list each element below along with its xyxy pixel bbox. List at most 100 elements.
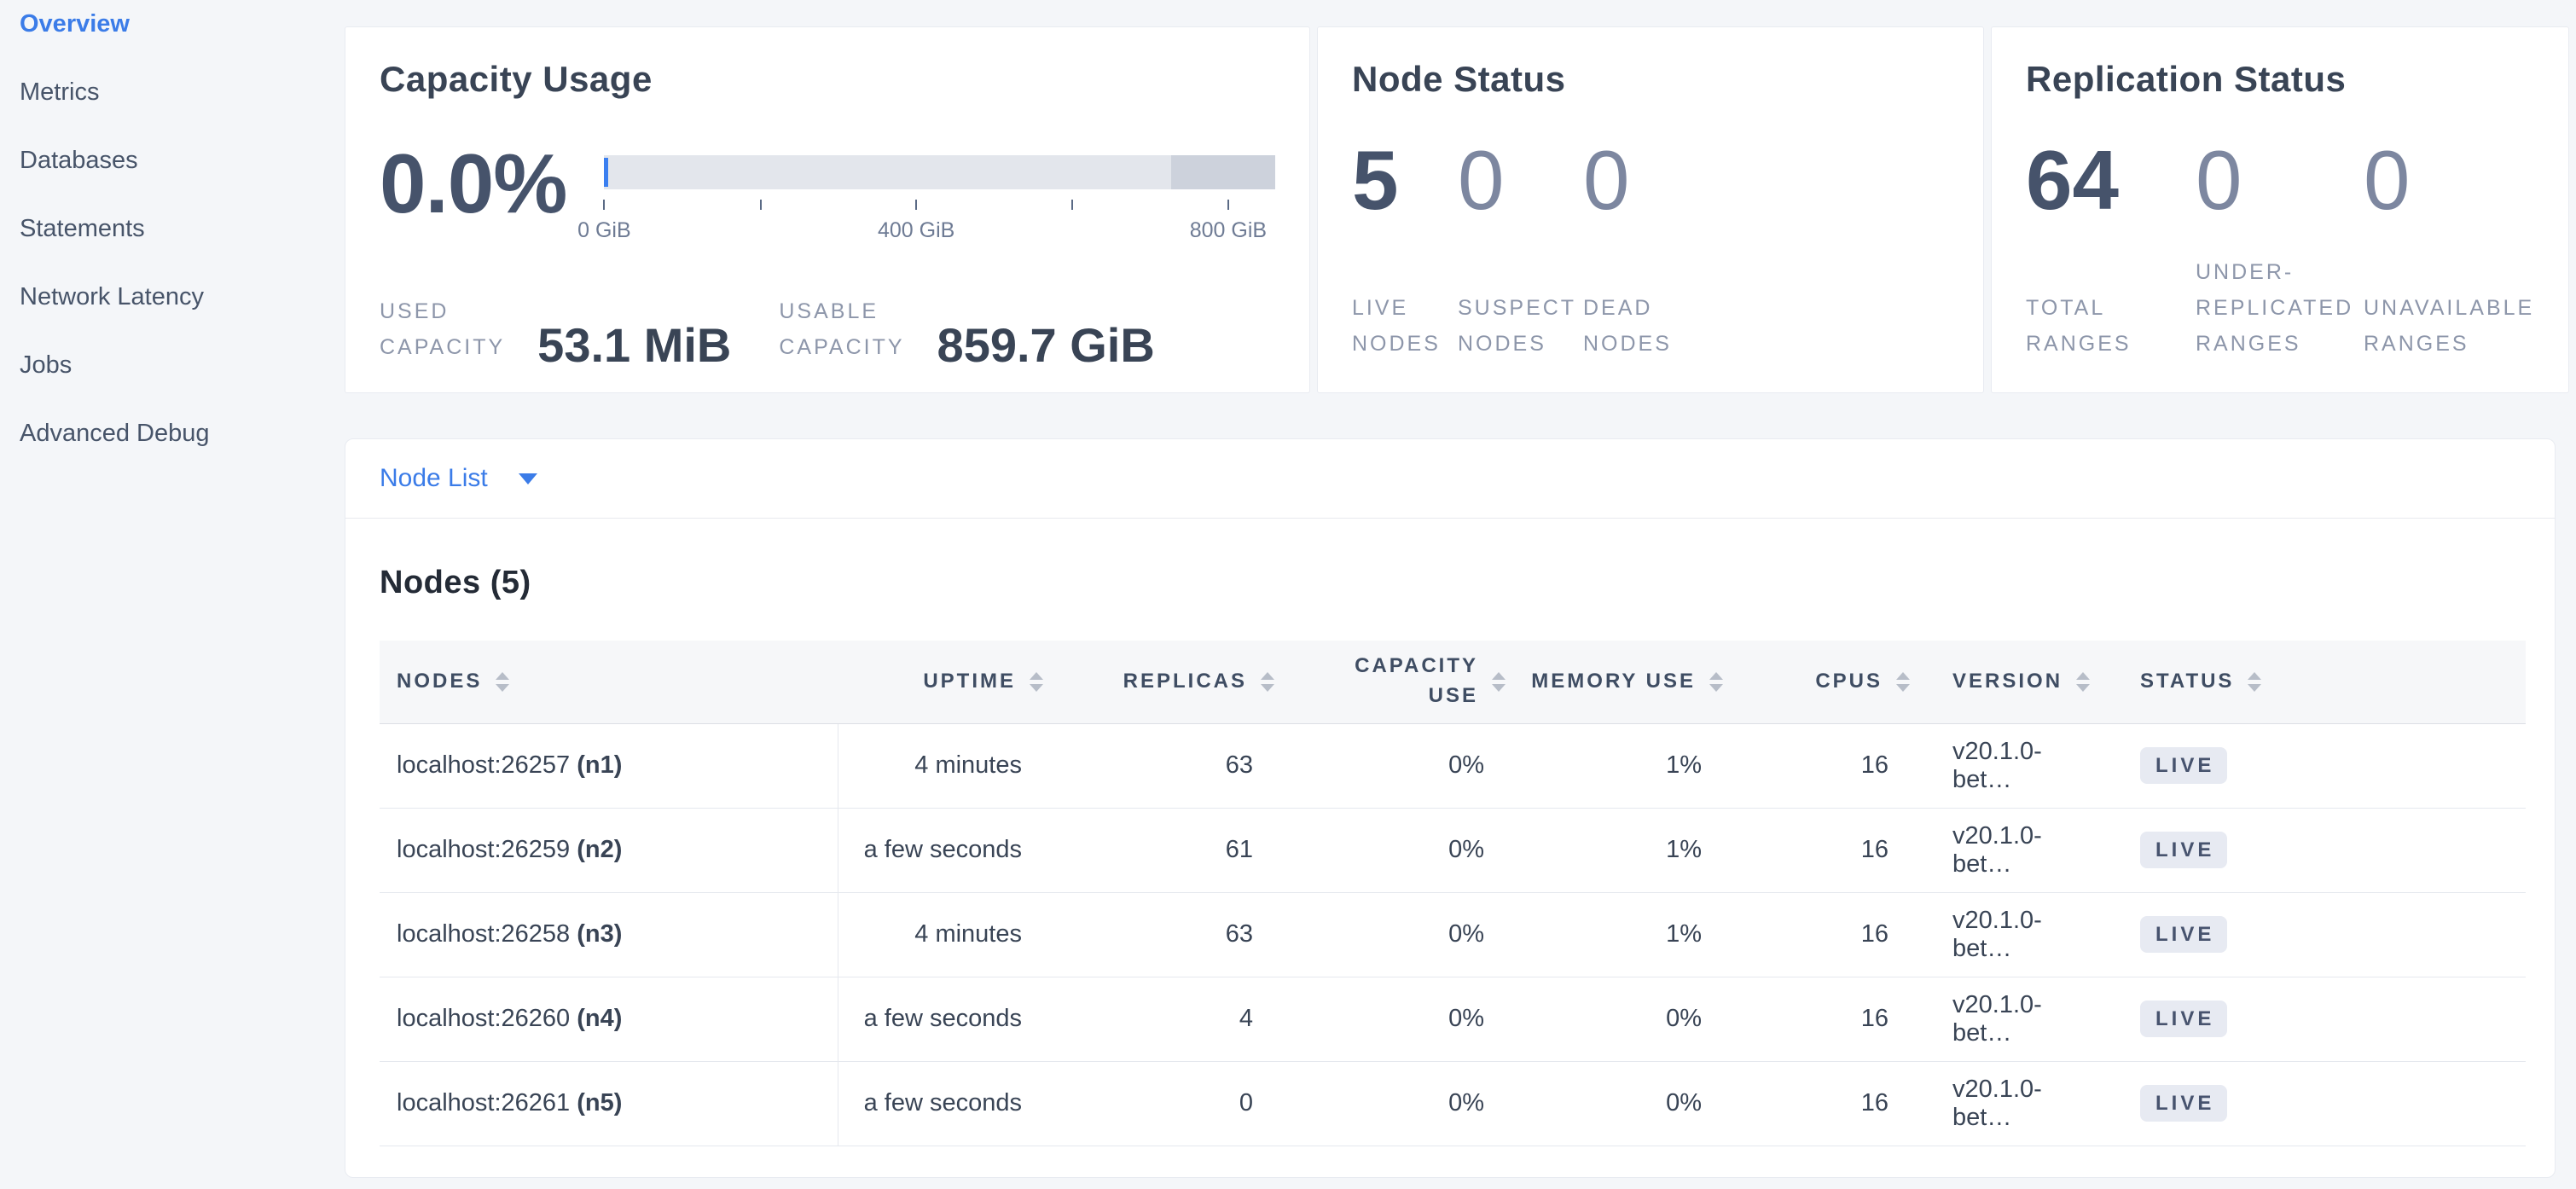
sort-icon[interactable]	[1709, 672, 1723, 692]
nodes-table-title: Nodes (5)	[380, 565, 2521, 601]
version-cell: v20.1.0-bet…	[1910, 723, 2097, 808]
sidebar-item-overview[interactable]: Overview	[20, 12, 341, 37]
capacity-use-cell: 0%	[1274, 977, 1506, 1061]
replicas-cell: 0	[1043, 1061, 1274, 1146]
total-ranges-value: 64	[2026, 138, 2196, 222]
gauge-tick-label-0: 0 GiB	[577, 218, 631, 243]
version-cell: v20.1.0-bet…	[1910, 1061, 2097, 1146]
gauge-tick-label-400: 400 GiB	[878, 218, 954, 243]
column-header-replicas[interactable]: REPLICAS	[1043, 641, 1274, 723]
dead-nodes-stat: 0 DEAD NODES	[1583, 138, 1949, 362]
uptime-cell: a few seconds	[838, 1061, 1043, 1146]
column-header-cpus[interactable]: CPUS	[1723, 641, 1910, 723]
sidebar-item-metrics[interactable]: Metrics	[20, 80, 341, 105]
status-badge: LIVE	[2140, 916, 2227, 953]
status-badge: LIVE	[2140, 1085, 2227, 1122]
version-cell: v20.1.0-bet…	[1910, 977, 2097, 1061]
cpus-cell: 16	[1723, 723, 1910, 808]
node-list-dropdown[interactable]: Node List	[345, 439, 2555, 519]
usable-capacity-label-line: CAPACITY	[779, 329, 904, 365]
sidebar-item-statements[interactable]: Statements	[20, 217, 341, 241]
sort-icon[interactable]	[1261, 672, 1274, 692]
status-cell: LIVE	[2097, 723, 2526, 808]
live-nodes-label-line: LIVE	[1352, 290, 1458, 326]
sort-icon[interactable]	[1896, 672, 1910, 692]
capacity-use-cell: 0%	[1274, 723, 1506, 808]
column-header-capacity-use[interactable]: CAPACITY USE	[1274, 641, 1506, 723]
suspect-nodes-label-line: NODES	[1458, 326, 1583, 362]
sidebar-item-advanced-debug[interactable]: Advanced Debug	[20, 421, 341, 446]
capacity-percent: 0.0%	[380, 142, 566, 225]
sidebar: Overview Metrics Databases Statements Ne…	[0, 0, 341, 1189]
replicas-cell: 61	[1043, 808, 1274, 892]
node-address-cell[interactable]: localhost:26257 (n1)	[380, 723, 838, 808]
cpus-cell: 16	[1723, 1061, 1910, 1146]
gauge-tick-label-800: 800 GiB	[1190, 218, 1267, 243]
sort-icon[interactable]	[1492, 672, 1506, 692]
table-row[interactable]: localhost:26260 (n4) a few seconds 4 0% …	[380, 977, 2526, 1061]
sort-icon[interactable]	[496, 672, 509, 692]
column-header-memory-use[interactable]: MEMORY USE	[1506, 641, 1723, 723]
cpus-cell: 16	[1723, 977, 1910, 1061]
usable-capacity-label-line: USABLE	[779, 293, 904, 329]
used-capacity-stat: USED CAPACITY 53.1 MiB	[380, 293, 731, 365]
sort-icon[interactable]	[1030, 672, 1043, 692]
node-list-dropdown-label: Node List	[380, 466, 488, 491]
chevron-down-icon	[519, 473, 537, 484]
table-row[interactable]: localhost:26258 (n3) 4 minutes 63 0% 1% …	[380, 892, 2526, 977]
memory-use-cell: 0%	[1506, 977, 1723, 1061]
capacity-use-cell: 0%	[1274, 808, 1506, 892]
memory-use-cell: 1%	[1506, 808, 1723, 892]
status-cell: LIVE	[2097, 977, 2526, 1061]
capacity-use-cell: 0%	[1274, 1061, 1506, 1146]
uptime-cell: 4 minutes	[838, 723, 1043, 808]
total-ranges-label-line: TOTAL	[2026, 290, 2196, 326]
column-header-status[interactable]: STATUS	[2097, 641, 2526, 723]
status-badge: LIVE	[2140, 1000, 2227, 1037]
unavailable-ranges-stat: 0 UNAVAILABLE RANGES	[2364, 138, 2534, 362]
dead-nodes-label-line: DEAD	[1583, 290, 1949, 326]
memory-use-cell: 0%	[1506, 1061, 1723, 1146]
under-replicated-label-line: RANGES	[2196, 326, 2364, 362]
uptime-cell: 4 minutes	[838, 892, 1043, 977]
sidebar-item-jobs[interactable]: Jobs	[20, 353, 341, 378]
unavailable-ranges-value: 0	[2364, 138, 2534, 222]
node-address-cell[interactable]: localhost:26261 (n5)	[380, 1061, 838, 1146]
capacity-gauge-tail	[1171, 155, 1275, 189]
column-header-version[interactable]: VERSION	[1910, 641, 2097, 723]
capacity-usage-card: Capacity Usage 0.0% 0 GiB 400 GiB 800 Gi…	[345, 26, 1310, 393]
capacity-gauge-bar	[604, 155, 1275, 189]
table-row[interactable]: localhost:26259 (n2) a few seconds 61 0%…	[380, 808, 2526, 892]
uptime-cell: a few seconds	[838, 977, 1043, 1061]
live-nodes-value: 5	[1352, 138, 1458, 222]
sort-icon[interactable]	[2248, 672, 2261, 692]
sort-icon[interactable]	[2076, 672, 2090, 692]
under-replicated-ranges-stat: 0 UNDER- REPLICATED RANGES	[2196, 138, 2364, 362]
node-address-cell[interactable]: localhost:26260 (n4)	[380, 977, 838, 1061]
table-row[interactable]: localhost:26257 (n1) 4 minutes 63 0% 1% …	[380, 723, 2526, 808]
column-header-nodes[interactable]: NODES	[380, 641, 838, 723]
replicas-cell: 4	[1043, 977, 1274, 1061]
capacity-use-cell: 0%	[1274, 892, 1506, 977]
cpus-cell: 16	[1723, 892, 1910, 977]
under-replicated-label-line: REPLICATED	[2196, 290, 2364, 326]
suspect-nodes-stat: 0 SUSPECT NODES	[1458, 138, 1583, 362]
version-cell: v20.1.0-bet…	[1910, 892, 2097, 977]
node-address-cell[interactable]: localhost:26259 (n2)	[380, 808, 838, 892]
unavailable-ranges-label-line: UNAVAILABLE	[2364, 290, 2534, 326]
node-status-title: Node Status	[1352, 61, 1949, 97]
node-address-cell[interactable]: localhost:26258 (n3)	[380, 892, 838, 977]
usable-capacity-value: 859.7 GiB	[937, 326, 1155, 365]
under-replicated-ranges-value: 0	[2196, 138, 2364, 222]
uptime-cell: a few seconds	[838, 808, 1043, 892]
table-row[interactable]: localhost:26261 (n5) a few seconds 0 0% …	[380, 1061, 2526, 1146]
total-ranges-label-line: RANGES	[2026, 326, 2196, 362]
replicas-cell: 63	[1043, 723, 1274, 808]
table-header-row: NODES UPTIME REPLICAS CAPACITY USE MEMOR	[380, 641, 2526, 723]
node-list-card: Node List Nodes (5) NODES UPTIME	[345, 438, 2556, 1178]
sidebar-item-databases[interactable]: Databases	[20, 148, 341, 173]
used-capacity-value: 53.1 MiB	[537, 326, 731, 365]
sidebar-item-network-latency[interactable]: Network Latency	[20, 285, 341, 310]
column-header-uptime[interactable]: UPTIME	[838, 641, 1043, 723]
node-status-card: Node Status 5 LIVE NODES 0 SUSPECT NODES	[1317, 26, 1984, 393]
